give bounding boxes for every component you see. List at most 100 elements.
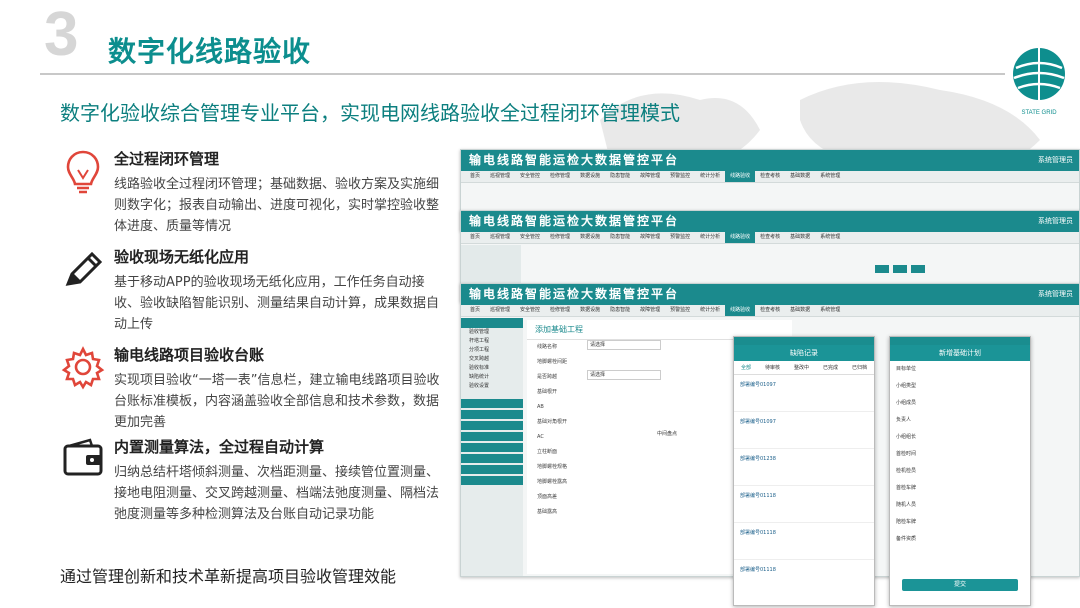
menu-item[interactable]: 基础数据 — [785, 305, 815, 316]
submit-button[interactable]: 提交 — [902, 579, 1018, 591]
menu-item[interactable]: 故障管理 — [635, 305, 665, 316]
sidebar-item[interactable]: 分项工程 — [469, 346, 523, 355]
menu-item[interactable]: 线路验收 — [725, 305, 756, 316]
list-item[interactable]: 部署编号01118 — [734, 560, 874, 596]
form-field[interactable]: 小组成员 — [896, 395, 1030, 412]
platform-user: 系统管理员 — [1038, 290, 1073, 298]
menu-item[interactable]: 数据设施 — [575, 232, 605, 243]
platform-title: 输电线路智能运检大数据管控平台 — [469, 214, 680, 228]
form-field[interactable]: 检机检员 — [896, 463, 1030, 480]
mid-checkbox[interactable]: 中间盘点 — [657, 430, 677, 437]
section-number: 3 — [44, 0, 79, 69]
menu-item[interactable]: 线路验收 — [725, 171, 756, 182]
list-item[interactable]: 部署编号01238 — [734, 449, 874, 486]
crossing-select[interactable]: 请选择 — [587, 370, 661, 380]
line-select[interactable]: 请选择 — [587, 340, 661, 350]
menu-item[interactable]: 统计分析 — [695, 171, 725, 182]
sidebar-item[interactable]: 交叉跨越 — [469, 355, 523, 364]
menu-item[interactable]: 安全管控 — [515, 305, 545, 316]
menu-item[interactable]: 巡视管理 — [485, 232, 515, 243]
menu-item[interactable]: 线路验收 — [725, 232, 756, 243]
gear-icon — [61, 346, 105, 390]
menu-item[interactable]: 安全管控 — [515, 171, 545, 182]
menu-item[interactable]: 预警监控 — [665, 171, 695, 182]
menu-item[interactable]: 数据设施 — [575, 171, 605, 182]
menu-item[interactable]: 系统管理 — [815, 171, 845, 182]
phone-tabs: 全部 待审核 整改中 已完成 已归档 — [734, 361, 874, 375]
phone-title: 新增基础计划 — [890, 345, 1030, 361]
menu-item[interactable]: 隐患智能 — [605, 171, 635, 182]
tab[interactable]: 已归档 — [852, 364, 867, 371]
menu-item[interactable]: 检修管理 — [545, 232, 575, 243]
menu-item[interactable]: 检查考核 — [755, 305, 785, 316]
sidebar-item[interactable]: 验收设置 — [469, 382, 523, 391]
feature-ledger: 输电线路项目验收台账 实现项目验收“一塔一表”信息栏，建立输电线路项目验收台账标… — [60, 344, 450, 434]
feature-closed-loop: 全过程闭环管理 线路验收全过程闭环管理；基础数据、验收方案及实施细则数字化；报表… — [60, 148, 450, 238]
menu-item[interactable]: 统计分析 — [695, 232, 725, 243]
menu-item[interactable]: 首页 — [465, 171, 485, 182]
phone-title: 缺陷记录 — [734, 345, 874, 361]
menu-item[interactable]: 检查考核 — [755, 232, 785, 243]
import-button[interactable] — [893, 265, 907, 273]
menu-item[interactable]: 故障管理 — [635, 171, 665, 182]
feature-title: 内置测量算法，全过程自动计算 — [114, 438, 325, 456]
form-field[interactable]: 目标单位 — [896, 361, 1030, 378]
form-field[interactable]: 小组组长 — [896, 429, 1030, 446]
menu-item[interactable]: 预警监控 — [665, 305, 695, 316]
sidebar-item[interactable]: 杆塔工程 — [469, 337, 523, 346]
platform-user: 系统管理员 — [1038, 156, 1073, 164]
sidebar-header — [461, 318, 523, 328]
menu-item[interactable]: 巡视管理 — [485, 305, 515, 316]
sidebar-item[interactable]: 验收标准 — [469, 364, 523, 373]
menu-item[interactable]: 首页 — [465, 232, 485, 243]
search-button[interactable] — [875, 265, 889, 273]
menu-item[interactable]: 首页 — [465, 305, 485, 316]
phone-new-plan: 新增基础计划 目标单位 小组类型 小组成员 负责人 小组组长 首检时间 检机检员… — [889, 336, 1031, 606]
export-button[interactable] — [911, 265, 925, 273]
platform-title: 输电线路智能运检大数据管控平台 — [469, 153, 680, 167]
menu-item[interactable]: 检修管理 — [545, 171, 575, 182]
menu-item[interactable]: 数据设施 — [575, 305, 605, 316]
form-field[interactable]: 首检时间 — [896, 446, 1030, 463]
list-item[interactable]: 部署编号01097 — [734, 375, 874, 412]
menu-item[interactable]: 隐患智能 — [605, 305, 635, 316]
platform-menu: 首页 巡视管理 安全管控 检修管理 数据设施 隐患智能 故障管理 预警监控 统计分析 线路验收 检查… — [461, 232, 1079, 244]
menu-item[interactable]: 系统管理 — [815, 232, 845, 243]
list-item[interactable]: 部署编号01118 — [734, 523, 874, 560]
menu-item[interactable]: 检修管理 — [545, 305, 575, 316]
tab[interactable]: 已完成 — [823, 364, 838, 371]
feature-text: 线路验收全过程闭环管理；基础数据、验收方案及实施细则数字化；报表自动输出、进度可… — [114, 177, 440, 234]
menu-item[interactable]: 系统管理 — [815, 305, 845, 316]
form-field[interactable]: 负责人 — [896, 412, 1030, 429]
feature-paperless: 验收现场无纸化应用 基于移动APP的验收现场无纸化应用，工作任务自动接收、验收缺… — [60, 246, 450, 336]
list-item[interactable]: 部署编号01097 — [734, 412, 874, 449]
phone-defect-list: 缺陷记录 全部 待审核 整改中 已完成 已归档 部署编号01097 部署编号01… — [733, 336, 875, 606]
menu-item[interactable]: 基础数据 — [785, 171, 815, 182]
menu-item[interactable]: 故障管理 — [635, 232, 665, 243]
pencil-icon — [65, 251, 103, 286]
menu-item[interactable]: 检查考核 — [755, 171, 785, 182]
menu-item[interactable]: 隐患智能 — [605, 232, 635, 243]
sidebar: 验收管理 杆塔工程 分项工程 交叉跨越 验收标准 缺陷统计 验收设置 — [461, 318, 523, 576]
tab[interactable]: 整改中 — [794, 364, 809, 371]
menu-item[interactable]: 统计分析 — [695, 305, 725, 316]
menu-item[interactable]: 基础数据 — [785, 232, 815, 243]
tab[interactable]: 待审核 — [765, 364, 780, 371]
sidebar-item[interactable]: 缺陷统计 — [469, 373, 523, 382]
form-field[interactable]: 陪检车牌 — [896, 514, 1030, 531]
platform-menu: 首页 巡视管理 安全管控 检修管理 数据设施 隐患智能 故障管理 预警监控 统计分析 线路验收 检查… — [461, 171, 1079, 183]
svg-text:STATE GRID: STATE GRID — [1021, 110, 1057, 116]
feature-title: 输电线路项目验收台账 — [114, 346, 265, 364]
sidebar-item[interactable]: 验收管理 — [469, 328, 523, 337]
menu-item[interactable]: 巡视管理 — [485, 171, 515, 182]
wallet-icon — [63, 438, 103, 476]
form-field[interactable]: 备件资质 — [896, 531, 1030, 548]
tab[interactable]: 全部 — [741, 364, 751, 371]
platform-menu: 首页 巡视管理 安全管控 检修管理 数据设施 隐患智能 故障管理 预警监控 统计分析 线路验收 检查… — [461, 305, 1079, 317]
form-field[interactable]: 随机人员 — [896, 497, 1030, 514]
menu-item[interactable]: 预警监控 — [665, 232, 695, 243]
menu-item[interactable]: 安全管控 — [515, 232, 545, 243]
list-item[interactable]: 部署编号01118 — [734, 486, 874, 523]
form-field[interactable]: 首检车牌 — [896, 480, 1030, 497]
form-field[interactable]: 小组类型 — [896, 378, 1030, 395]
